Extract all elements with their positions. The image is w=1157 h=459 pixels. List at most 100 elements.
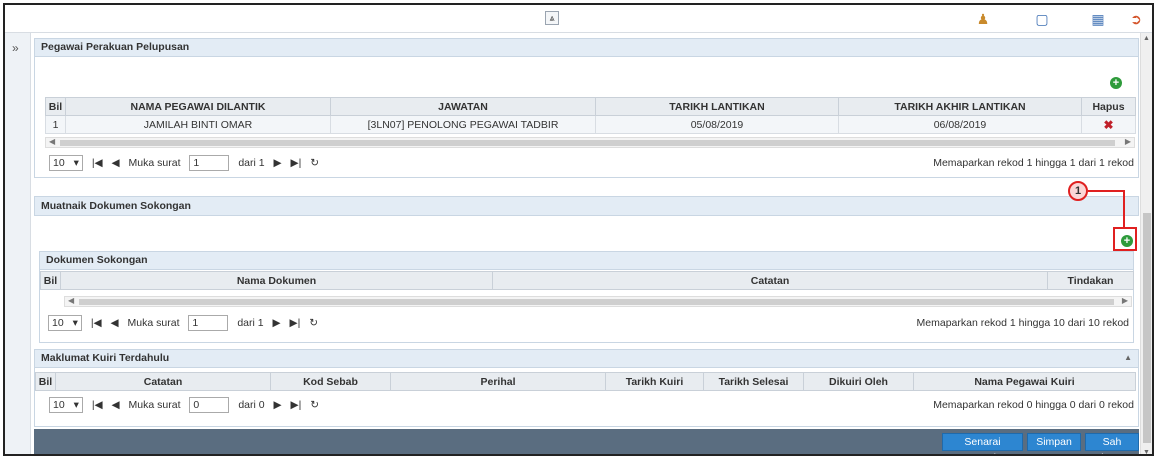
scroll-thumb[interactable] — [79, 299, 1114, 305]
top-bar: ⩓ ♟ ▢ ▦ ➲ — [5, 5, 1152, 33]
pegawai-title: Pegawai Perakuan Pelupusan — [35, 39, 1138, 57]
prev-page-icon[interactable]: ◀ — [112, 395, 120, 415]
action-footer: Senarai Semak Simpan Sah Simpan — [34, 429, 1139, 454]
muka-surat-label: Muka surat — [128, 399, 181, 411]
app-window: ⩓ ♟ ▢ ▦ ➲ » ▲ ▼ Pegawai Perakuan Pelupus… — [3, 3, 1154, 456]
record-info: Memaparkan rekod 1 hingga 10 dari 10 rek… — [916, 317, 1129, 329]
sah-simpan-button[interactable]: Sah Simpan — [1085, 433, 1139, 454]
col-header[interactable]: Tindakan — [1047, 271, 1134, 290]
refresh-icon[interactable]: ↻ — [310, 153, 319, 173]
add-pegawai-icon[interactable]: + — [1110, 77, 1122, 89]
dari-label: dari 0 — [238, 399, 265, 411]
scroll-right-icon[interactable]: ▶ — [1125, 137, 1131, 146]
col-header[interactable]: Hapus — [1081, 97, 1136, 116]
collapse-up-icon[interactable]: ⩓ — [545, 11, 559, 25]
col-header[interactable]: Catatan — [492, 271, 1048, 290]
col-header[interactable]: TARIKH AKHIR LANTIKAN — [838, 97, 1082, 116]
prev-page-icon[interactable]: ◀ — [111, 313, 119, 333]
scroll-left-icon[interactable]: ◀ — [49, 137, 55, 146]
next-page-icon[interactable]: ▶ — [273, 313, 281, 333]
vertical-scrollbar[interactable]: ▲ ▼ — [1140, 33, 1152, 454]
last-page-icon[interactable]: ▶| — [291, 153, 302, 173]
col-header[interactable]: Perihal — [390, 372, 606, 391]
table-row[interactable]: 1 JAMILAH BINTI OMAR [3LN07] PENOLONG PE… — [45, 115, 1136, 134]
next-page-icon[interactable]: ▶ — [274, 395, 282, 415]
muatnaik-title: Muatnaik Dokumen Sokongan — [34, 196, 1139, 216]
col-header[interactable]: NAMA PEGAWAI DILANTIK — [65, 97, 331, 116]
col-header[interactable]: Bil — [45, 97, 66, 116]
first-page-icon[interactable]: |◀ — [92, 153, 103, 173]
scroll-down-icon[interactable]: ▼ — [1143, 449, 1150, 454]
dokumen-panel: Dokumen Sokongan Bil Nama Dokumen Catata… — [39, 251, 1134, 343]
col-header[interactable]: Kod Sebab — [270, 372, 391, 391]
callout-marker: 1 — [1068, 181, 1088, 201]
lock-icon[interactable]: ▢ — [1032, 9, 1052, 29]
col-header[interactable]: Catatan — [55, 372, 271, 391]
first-page-icon[interactable]: |◀ — [91, 313, 102, 333]
page-input[interactable]: 0 — [189, 397, 230, 413]
pager: 10 ▾ |◀ ◀ Muka surat 1 dari 1 ▶ ▶| ↻ — [49, 153, 325, 173]
last-page-icon[interactable]: ▶| — [290, 313, 301, 333]
scroll-right-icon[interactable]: ▶ — [1122, 296, 1128, 305]
scroll-thumb[interactable] — [60, 140, 1115, 146]
col-header[interactable]: Tarikh Selesai — [703, 372, 804, 391]
dari-label: dari 1 — [238, 157, 265, 169]
scroll-left-icon[interactable]: ◀ — [68, 296, 74, 305]
callout-highlight — [1113, 227, 1137, 251]
pegawai-panel: Pegawai Perakuan Pelupusan + Bil NAMA PE… — [34, 38, 1139, 178]
kuiri-panel: Maklumat Kuiri Terdahulu ▲ Bil Catatan K… — [34, 349, 1139, 427]
page-size-select[interactable]: 10 ▾ — [49, 155, 83, 171]
main-content: Pegawai Perakuan Pelupusan + Bil NAMA PE… — [34, 33, 1139, 454]
muka-surat-label: Muka surat — [127, 317, 180, 329]
col-header[interactable]: JAWATAN — [330, 97, 596, 116]
record-info: Memaparkan rekod 1 hingga 1 dari 1 rekod — [933, 157, 1134, 169]
refresh-icon[interactable]: ↻ — [309, 313, 318, 333]
first-page-icon[interactable]: |◀ — [92, 395, 103, 415]
cell-bil: 1 — [45, 115, 66, 134]
cell-tarikh-lantikan: 05/08/2019 — [595, 115, 839, 134]
callout-line — [1088, 190, 1125, 192]
cell-nama: JAMILAH BINTI OMAR — [65, 115, 331, 134]
scroll-thumb[interactable] — [1143, 213, 1151, 443]
horizontal-scrollbar[interactable]: ◀ ▶ — [64, 296, 1132, 307]
collapse-section-icon[interactable]: ▲ — [1124, 353, 1132, 362]
prev-page-icon[interactable]: ◀ — [112, 153, 120, 173]
kuiri-title: Maklumat Kuiri Terdahulu — [35, 350, 1138, 368]
last-page-icon[interactable]: ▶| — [291, 395, 302, 415]
pegawai-table: Bil NAMA PEGAWAI DILANTIK JAWATAN TARIKH… — [45, 97, 1136, 134]
cell-tarikh-akhir: 06/08/2019 — [838, 115, 1082, 134]
muka-surat-label: Muka surat — [128, 157, 181, 169]
horizontal-scrollbar[interactable]: ◀ ▶ — [45, 137, 1135, 148]
callout-line — [1123, 190, 1125, 228]
calendar-icon[interactable]: ▦ — [1088, 9, 1108, 29]
col-header[interactable]: Dikuiri Oleh — [803, 372, 914, 391]
kuiri-table: Bil Catatan Kod Sebab Perihal Tarikh Kui… — [35, 372, 1136, 391]
cell-jawatan: [3LN07] PENOLONG PEGAWAI TADBIR — [330, 115, 596, 134]
delete-icon[interactable]: ✖ — [1103, 118, 1113, 132]
next-page-icon[interactable]: ▶ — [274, 153, 282, 173]
table-header-row: Bil Nama Dokumen Catatan Tindakan — [40, 271, 1134, 290]
expand-sidebar-icon[interactable]: » — [12, 41, 19, 55]
col-header[interactable]: Nama Dokumen — [60, 271, 493, 290]
col-header[interactable]: Bil — [35, 372, 56, 391]
pager: 10 ▾ |◀ ◀ Muka surat 0 dari 0 ▶ ▶| ↻ — [49, 395, 325, 415]
logout-icon[interactable]: ➲ — [1126, 9, 1146, 29]
dari-label: dari 1 — [237, 317, 264, 329]
col-header[interactable]: Tarikh Kuiri — [605, 372, 704, 391]
dokumen-subtitle: Dokumen Sokongan — [40, 252, 1133, 270]
scroll-up-icon[interactable]: ▲ — [1143, 35, 1150, 42]
col-header[interactable]: Bil — [40, 271, 61, 290]
col-header[interactable]: TARIKH LANTIKAN — [595, 97, 839, 116]
senarai-semak-button[interactable]: Senarai Semak — [942, 433, 1023, 454]
page-size-select[interactable]: 10 ▾ — [49, 397, 83, 413]
page-size-select[interactable]: 10 ▾ — [48, 315, 82, 331]
page-input[interactable]: 1 — [189, 155, 230, 171]
pager: 10 ▾ |◀ ◀ Muka surat 1 dari 1 ▶ ▶| ↻ — [48, 313, 324, 333]
refresh-icon[interactable]: ↻ — [310, 395, 319, 415]
sidebar-strip: » — [5, 33, 31, 454]
page-input[interactable]: 1 — [188, 315, 229, 331]
col-header[interactable]: Nama Pegawai Kuiri — [913, 372, 1136, 391]
user-edit-icon[interactable]: ♟ — [973, 9, 993, 29]
simpan-button[interactable]: Simpan — [1027, 433, 1081, 451]
cell-hapus: ✖ — [1081, 115, 1136, 134]
